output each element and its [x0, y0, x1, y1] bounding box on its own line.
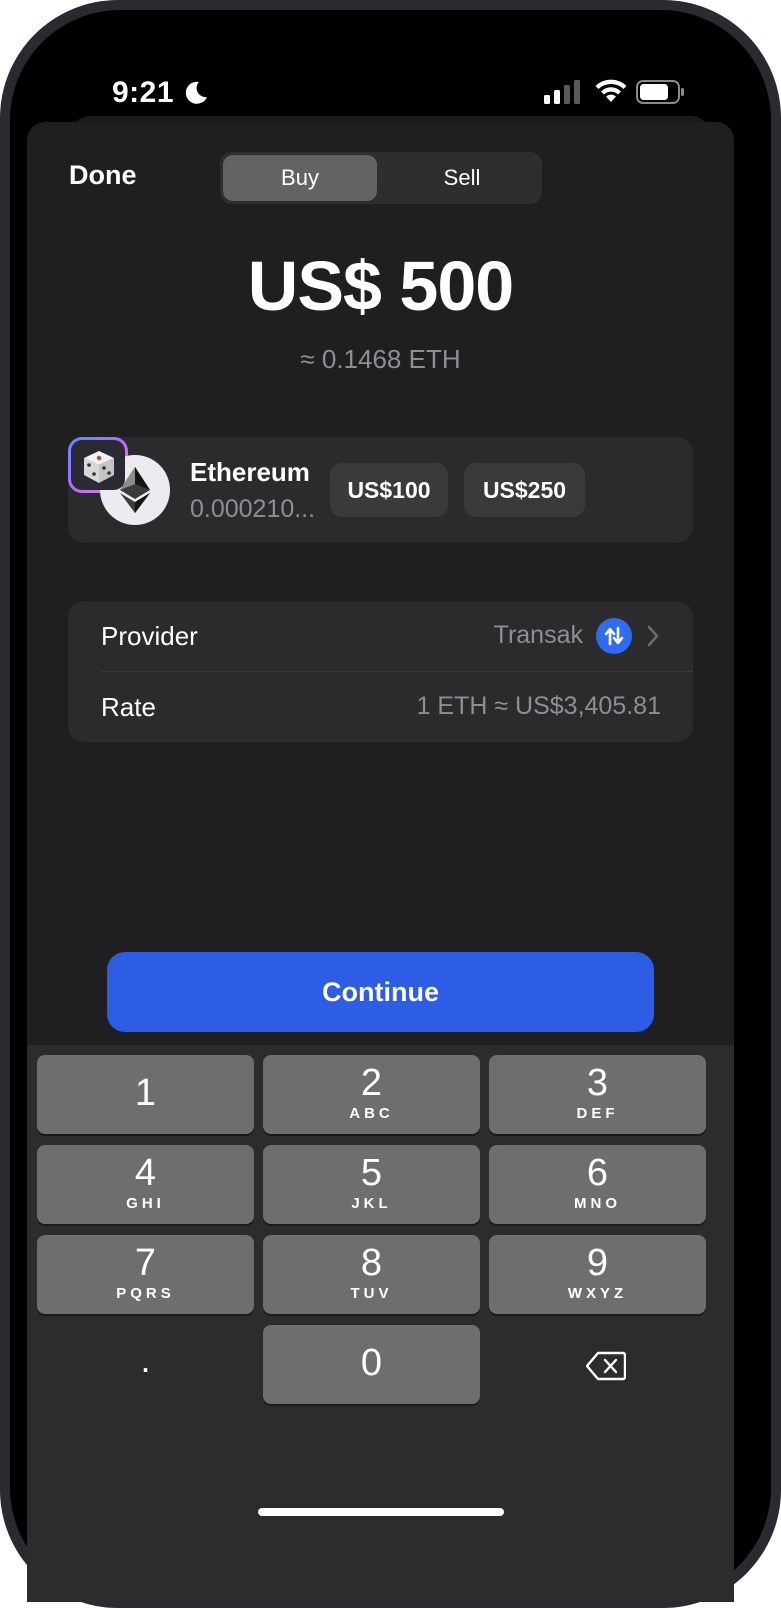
key-digit: 5	[360, 1152, 383, 1194]
moon-icon	[185, 81, 207, 104]
quick-amount-100-button[interactable]: US$100	[330, 463, 448, 517]
quote-details-card: Provider Transak Rate 1 ETH ≈ US$3,405.8…	[68, 601, 693, 742]
key-digit: 9	[586, 1242, 609, 1284]
random-amount-button[interactable]	[68, 437, 128, 493]
asset-selector-card[interactable]: Ethereum 0.000210... US$100 US$250	[68, 437, 693, 543]
crypto-approx-amount: ≈ 0.1468 ETH	[300, 344, 461, 374]
done-button[interactable]: Done	[69, 160, 137, 191]
key-delete[interactable]	[498, 1330, 715, 1409]
status-bar: 9:21	[10, 10, 771, 120]
key-digit: 3	[586, 1062, 609, 1104]
buy-sheet: Done Buy Sell US$ 500 ≈ 0.1468 ETH Ether…	[27, 122, 734, 1602]
chevron-right-icon	[647, 625, 659, 647]
provider-value: Transak	[493, 621, 583, 649]
key-letters: DEF	[576, 1105, 619, 1122]
key-3[interactable]: 3 DEF	[489, 1055, 706, 1134]
wifi-icon	[595, 79, 627, 102]
backspace-icon	[586, 1351, 626, 1381]
segment-sell[interactable]: Sell	[385, 155, 539, 201]
key-8[interactable]: 8 TUV	[263, 1235, 480, 1314]
quick-amount-250-button[interactable]: US$250	[464, 463, 585, 517]
asset-balance: 0.000210...	[190, 495, 316, 523]
key-letters: MNO	[574, 1195, 621, 1212]
key-1[interactable]: 1	[37, 1055, 254, 1134]
key-2[interactable]: 2 ABC	[263, 1055, 480, 1134]
provider-row[interactable]: Provider Transak	[68, 601, 693, 671]
numeric-keypad: 1 2 ABC 3 DEF 4 GHI 5 JKL 6 MNO 7 PQRS 8…	[27, 1045, 734, 1602]
key-digit: 6	[586, 1152, 609, 1194]
key-9[interactable]: 9 WXYZ	[489, 1235, 706, 1314]
key-letters: GHI	[126, 1195, 165, 1212]
key-digit: 2	[360, 1062, 383, 1104]
key-6[interactable]: 6 MNO	[489, 1145, 706, 1224]
status-time: 9:21	[112, 76, 175, 109]
fiat-amount: US$ 500	[247, 247, 514, 325]
rate-value: 1 ETH ≈ US$3,405.81	[416, 692, 661, 720]
key-letters: WXYZ	[567, 1285, 628, 1302]
buy-sell-segmented-control: Buy Sell	[220, 152, 542, 204]
key-letters: JKL	[351, 1195, 392, 1212]
key-0[interactable]: 0	[263, 1325, 480, 1404]
key-digit: 1	[134, 1072, 157, 1114]
rate-label: Rate	[101, 692, 156, 722]
battery-icon	[636, 80, 684, 104]
key-digit: 7	[134, 1242, 157, 1284]
key-letters: PQRS	[116, 1285, 175, 1302]
segment-buy[interactable]: Buy	[223, 155, 377, 201]
key-4[interactable]: 4 GHI	[37, 1145, 254, 1224]
rate-row: Rate 1 ETH ≈ US$3,405.81	[68, 672, 693, 742]
asset-name: Ethereum	[190, 457, 310, 487]
home-indicator[interactable]	[258, 1508, 504, 1516]
key-letters: TUV	[350, 1285, 393, 1302]
key-digit: 0	[360, 1342, 383, 1384]
cellular-signal-icon	[544, 80, 580, 104]
continue-button[interactable]: Continue	[107, 952, 654, 1032]
key-decimal[interactable]: .	[37, 1330, 254, 1409]
provider-label: Provider	[101, 621, 198, 651]
dice-icon	[84, 451, 114, 483]
key-digit: 8	[360, 1242, 383, 1284]
key-7[interactable]: 7 PQRS	[37, 1235, 254, 1314]
phone-frame: 9:21 Done Buy Sell US$ 500 ≈ 0.1468 ETH …	[0, 0, 781, 1608]
key-letters: ABC	[349, 1105, 394, 1122]
transak-logo-icon	[596, 618, 632, 654]
key-5[interactable]: 5 JKL	[263, 1145, 480, 1224]
key-digit: 4	[134, 1152, 157, 1194]
